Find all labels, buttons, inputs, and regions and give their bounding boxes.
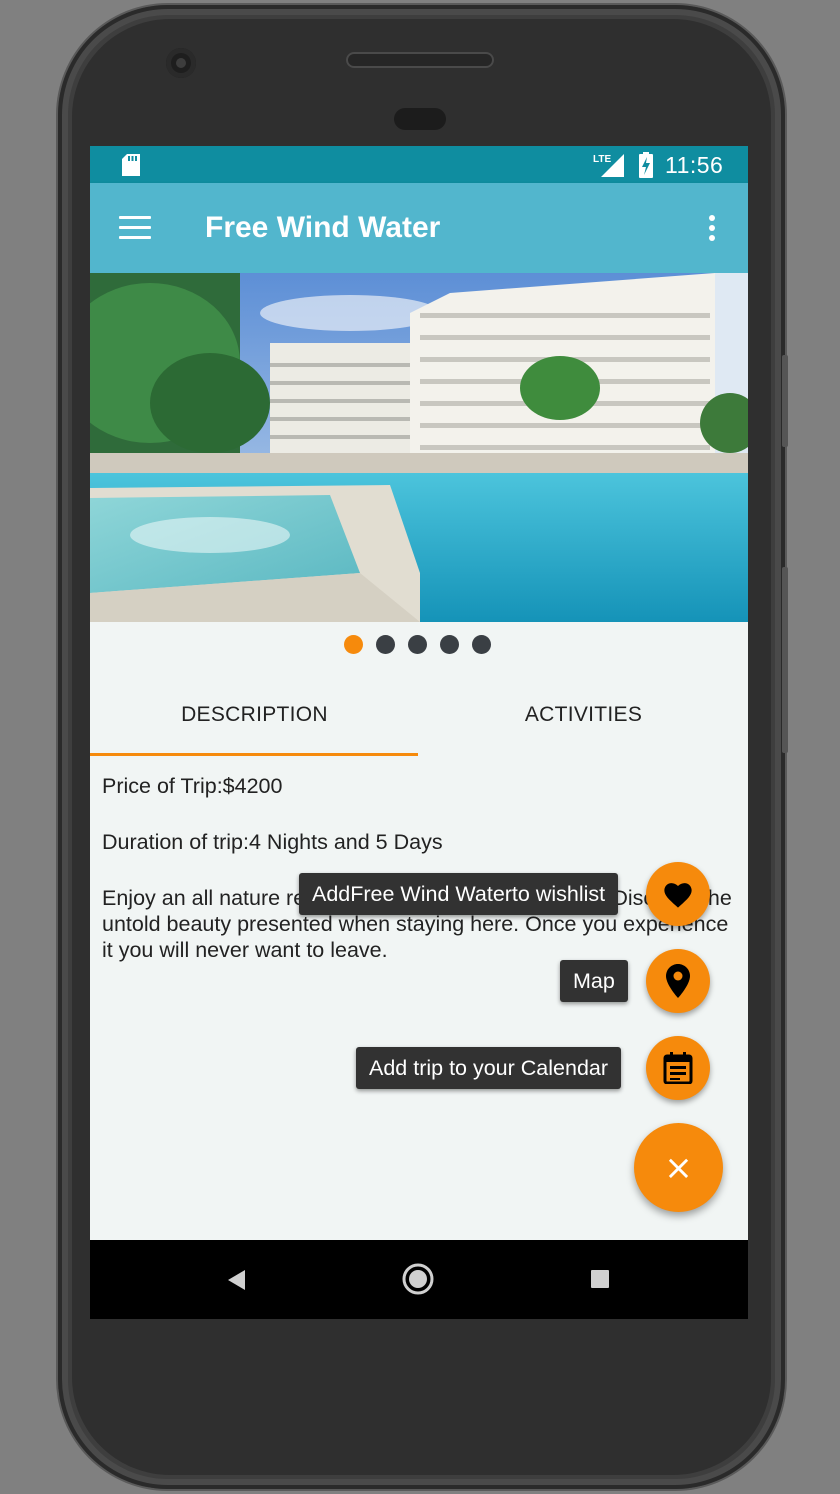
status-time: 11:56	[665, 152, 724, 178]
trip-price: Price of Trip:$4200	[102, 774, 283, 798]
back-icon[interactable]	[227, 1269, 247, 1291]
close-fab-button[interactable]: ×	[634, 1123, 723, 1212]
system-navigation-bar	[90, 1240, 748, 1319]
sd-card-icon	[122, 154, 140, 176]
tab-bar: DESCRIPTION ACTIVITIES	[90, 674, 748, 756]
carousel-dot-5[interactable]	[472, 635, 491, 654]
trip-duration: Duration of trip:4 Nights and 5 Days	[102, 830, 443, 854]
carousel-dot-3[interactable]	[408, 635, 427, 654]
hamburger-menu-icon[interactable]	[119, 216, 151, 240]
add-to-calendar-button[interactable]	[646, 1036, 710, 1100]
app-screen: LTE 11:56 Free Wind Water DESCRIPTION AC…	[90, 146, 748, 1319]
carousel-dot-2[interactable]	[376, 635, 395, 654]
lte-signal-icon: LTE	[593, 154, 624, 177]
map-button[interactable]	[646, 949, 710, 1013]
volume-button	[782, 355, 788, 447]
calendar-label[interactable]: Add trip to your Calendar	[356, 1047, 622, 1089]
earpiece-speaker	[346, 52, 494, 68]
more-vert-icon[interactable]	[698, 213, 726, 243]
location-pin-icon	[666, 964, 690, 998]
wishlist-label[interactable]: AddFree Wind Waterto wishlist	[299, 873, 619, 915]
map-label[interactable]: Map	[560, 960, 628, 1002]
heart-icon	[664, 883, 692, 908]
carousel-dot-1[interactable]	[344, 635, 363, 654]
recent-apps-icon[interactable]	[590, 1269, 610, 1289]
power-button	[782, 567, 788, 753]
tab-activities[interactable]: ACTIVITIES	[419, 674, 748, 756]
tab-description[interactable]: DESCRIPTION	[90, 674, 419, 756]
page-title: Free Wind Water	[205, 211, 441, 244]
wishlist-button[interactable]	[646, 862, 710, 926]
close-icon: ×	[664, 1147, 693, 1188]
home-icon[interactable]	[401, 1262, 435, 1296]
hotel-photo-carousel[interactable]	[90, 273, 748, 622]
proximity-sensor	[394, 108, 446, 130]
battery-charging-icon	[639, 152, 653, 178]
calendar-icon	[663, 1052, 693, 1084]
hotel-pool-image	[90, 273, 748, 622]
carousel-dot-4[interactable]	[440, 635, 459, 654]
tab-selected-indicator	[90, 753, 418, 756]
front-camera	[166, 48, 196, 78]
app-toolbar: Free Wind Water	[90, 183, 748, 273]
status-bar: LTE 11:56	[90, 146, 748, 183]
svg-text:LTE: LTE	[593, 154, 611, 165]
